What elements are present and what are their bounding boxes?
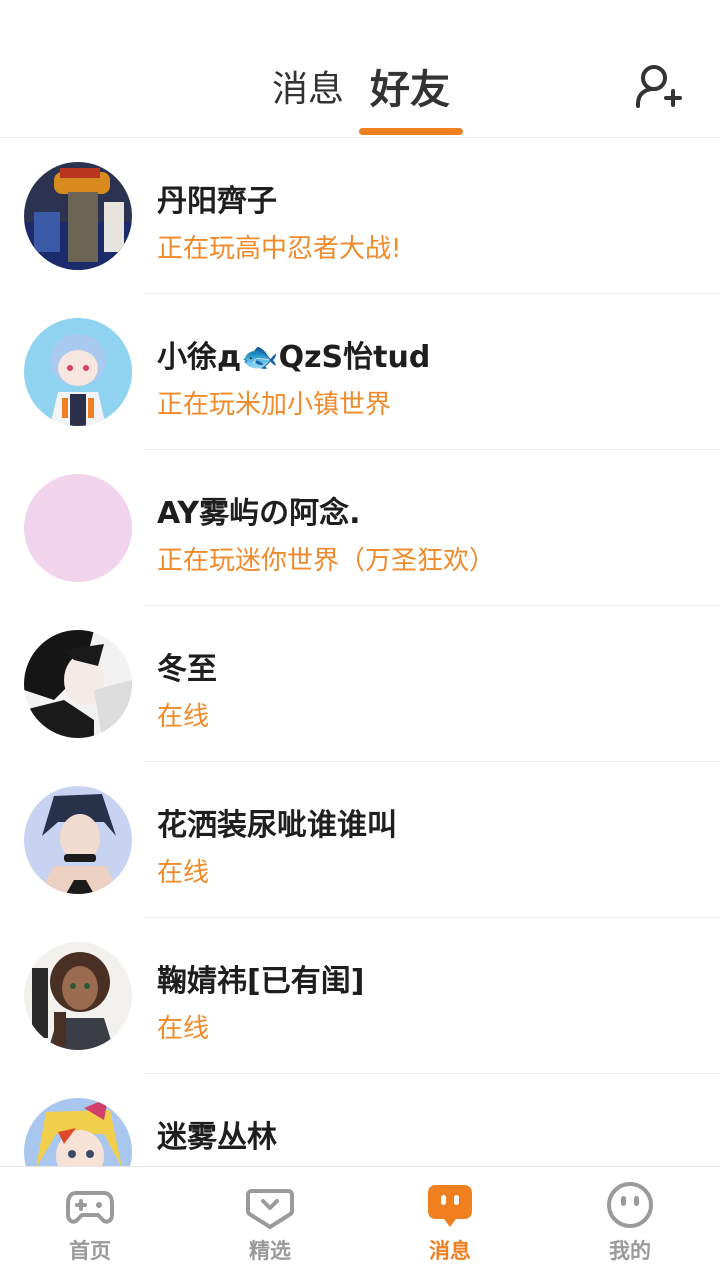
- avatar[interactable]: [24, 162, 132, 270]
- active-tab-indicator: [359, 128, 463, 135]
- friend-item[interactable]: 冬至 在线: [0, 606, 720, 762]
- add-friend-button[interactable]: [630, 60, 686, 116]
- friend-name: 小徐д🐟QzS怡tud: [157, 340, 431, 375]
- gamepad-icon: [66, 1191, 114, 1224]
- message-icon: [428, 1185, 472, 1227]
- nav-home[interactable]: 首页: [0, 1167, 180, 1281]
- friend-name: 冬至: [157, 652, 217, 687]
- friend-status: 正在玩米加小镇世界: [157, 390, 392, 420]
- friend-item[interactable]: AY雾屿の阿念. 正在玩迷你世界（万圣狂欢）: [0, 450, 720, 606]
- friend-status: 在线: [157, 1014, 210, 1044]
- nav-featured[interactable]: 精选: [180, 1167, 360, 1281]
- avatar[interactable]: [24, 474, 132, 582]
- friend-name: 迷雾丛林: [157, 1120, 277, 1155]
- add-person-icon: [636, 65, 682, 108]
- avatar[interactable]: [24, 318, 132, 426]
- tab-friends[interactable]: 好友: [370, 60, 450, 120]
- friend-name: AY雾屿の阿念.: [157, 496, 361, 531]
- friend-item[interactable]: 鞠婧祎[已有闺] 在线: [0, 918, 720, 1074]
- nav-messages[interactable]: 消息: [360, 1167, 540, 1281]
- bottom-nav: 首页 精选 消息 我的: [0, 1166, 720, 1281]
- friend-status: 在线: [157, 702, 210, 732]
- nav-profile[interactable]: 我的: [540, 1167, 720, 1281]
- nav-profile-label: 我的: [609, 1239, 651, 1263]
- friend-name: 丹阳齊子: [157, 184, 277, 219]
- nav-home-label: 首页: [69, 1239, 111, 1263]
- friend-name: 鞠婧祎[已有闺]: [157, 964, 365, 999]
- friend-item[interactable]: 丹阳齊子 正在玩高中忍者大战!: [0, 138, 720, 294]
- friend-item[interactable]: 迷雾丛林: [0, 1074, 720, 1166]
- friend-item[interactable]: 花洒装尿呲谁谁叫 在线: [0, 762, 720, 918]
- friend-list: 丹阳齊子 正在玩高中忍者大战! 小徐д🐟QzS怡tud 正在玩米加小镇世界 AY…: [0, 138, 720, 1166]
- friend-status: 正在玩迷你世界（万圣狂欢）: [157, 546, 496, 576]
- avatar[interactable]: [24, 786, 132, 894]
- friend-name: 花洒装尿呲谁谁叫: [157, 808, 397, 843]
- friend-status: 在线: [157, 858, 210, 888]
- tab-messages[interactable]: 消息: [272, 60, 344, 120]
- nav-featured-label: 精选: [249, 1239, 291, 1263]
- smiley-face-icon: [607, 1182, 653, 1228]
- friend-status: 正在玩高中忍者大战!: [157, 234, 402, 264]
- avatar[interactable]: [24, 942, 132, 1050]
- top-bar: 消息 好友: [0, 0, 720, 138]
- avatar[interactable]: [24, 1098, 132, 1166]
- heart-chat-icon: [246, 1189, 294, 1229]
- avatar[interactable]: [24, 630, 132, 738]
- friend-item[interactable]: 小徐д🐟QzS怡tud 正在玩米加小镇世界: [0, 294, 720, 450]
- nav-messages-label: 消息: [429, 1239, 471, 1263]
